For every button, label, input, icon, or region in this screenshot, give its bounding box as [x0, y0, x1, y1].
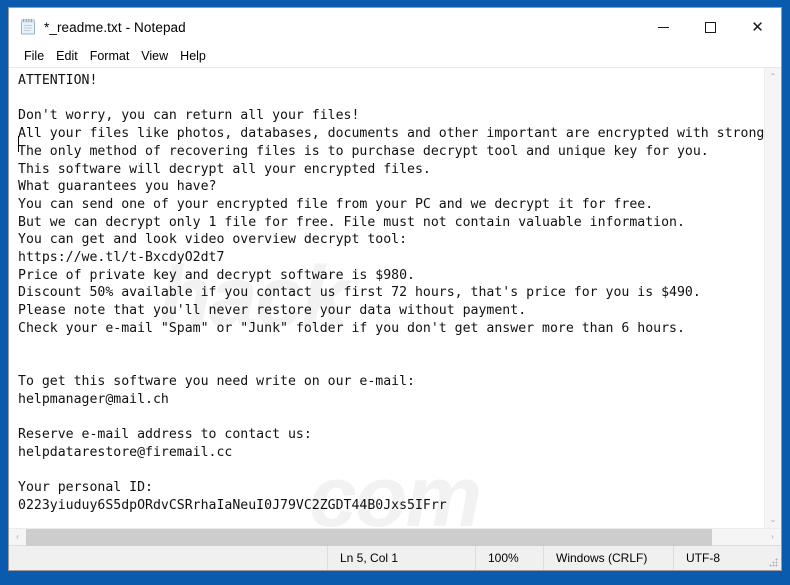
title-bar[interactable]: *_readme.txt - Notepad ✕ — [9, 8, 781, 46]
ransom-note-text[interactable]: ATTENTION! Don't worry, you can return a… — [9, 68, 764, 515]
minimize-icon — [658, 26, 669, 28]
scroll-left-icon[interactable]: ‹ — [9, 529, 26, 546]
status-cursor-position: Ln 5, Col 1 — [327, 546, 475, 570]
vertical-scrollbar[interactable]: ⌃ ⌄ — [764, 68, 781, 528]
horizontal-scroll-track[interactable] — [26, 528, 764, 546]
title-bar-left: *_readme.txt - Notepad — [9, 18, 640, 36]
vertical-scroll-track[interactable] — [765, 85, 782, 511]
notepad-window: *_readme.txt - Notepad ✕ File Edit Forma… — [8, 7, 782, 571]
scroll-right-icon[interactable]: › — [764, 529, 781, 546]
menu-item-help[interactable]: Help — [174, 48, 212, 65]
scroll-up-icon[interactable]: ⌃ — [765, 68, 782, 85]
desktop-background: *_readme.txt - Notepad ✕ File Edit Forma… — [0, 0, 790, 585]
menu-item-format[interactable]: Format — [84, 48, 136, 65]
horizontal-scrollbar[interactable]: ‹ › — [9, 528, 781, 546]
editor-region: hack com ATTENTION! Don't worry, you can… — [9, 68, 781, 528]
status-line-ending: Windows (CRLF) — [543, 546, 673, 570]
maximize-button[interactable] — [687, 8, 734, 46]
minimize-button[interactable] — [640, 8, 687, 46]
menu-item-view[interactable]: View — [135, 48, 174, 65]
menu-bar: File Edit Format View Help — [9, 46, 781, 68]
status-bar: Ln 5, Col 1 100% Windows (CRLF) UTF-8 — [9, 545, 781, 570]
resize-grip-icon — [769, 558, 778, 567]
status-bar-spacer — [9, 546, 327, 570]
close-button[interactable]: ✕ — [734, 8, 781, 46]
resize-grip[interactable] — [763, 546, 781, 570]
text-editor[interactable]: hack com ATTENTION! Don't worry, you can… — [9, 68, 764, 528]
window-title: *_readme.txt - Notepad — [44, 19, 186, 35]
horizontal-scroll-thumb[interactable] — [26, 528, 713, 546]
notepad-icon — [19, 18, 37, 36]
status-zoom-level[interactable]: 100% — [475, 546, 543, 570]
menu-item-file[interactable]: File — [18, 48, 50, 65]
menu-item-edit[interactable]: Edit — [50, 48, 84, 65]
status-encoding: UTF-8 — [673, 546, 763, 570]
text-caret — [18, 136, 19, 152]
window-controls: ✕ — [640, 8, 781, 46]
close-icon: ✕ — [751, 18, 764, 36]
maximize-icon — [705, 21, 716, 33]
scroll-down-icon[interactable]: ⌄ — [765, 511, 782, 528]
